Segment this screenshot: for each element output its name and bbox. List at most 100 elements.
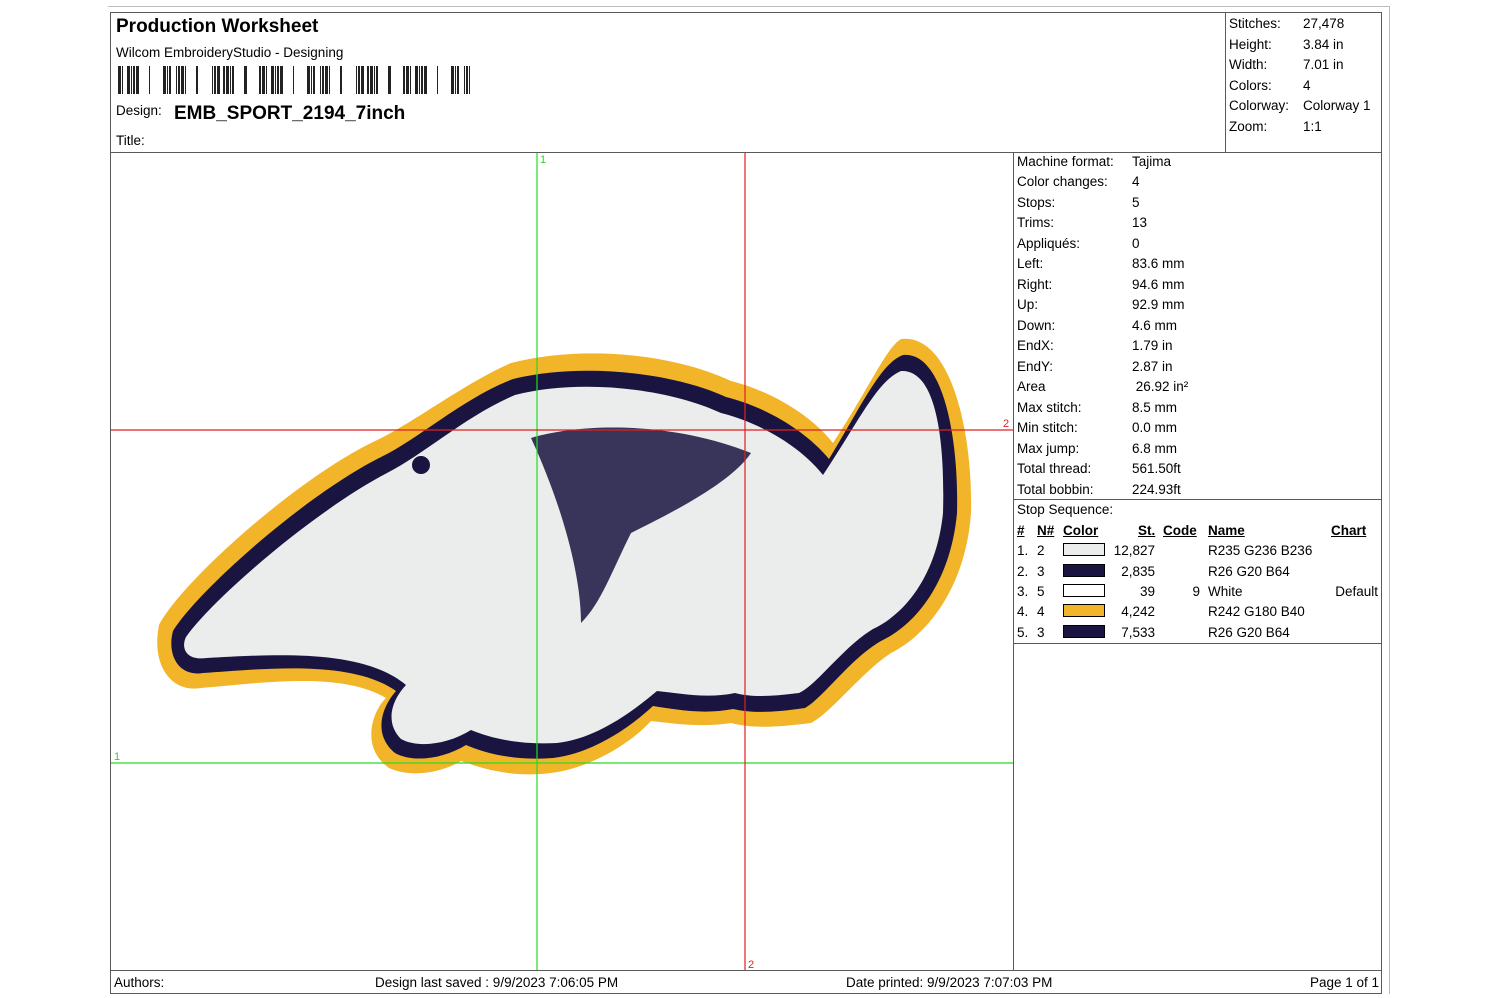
- green-horizontal-label: 1: [114, 751, 120, 763]
- color-swatch: [1063, 564, 1105, 577]
- title-label: Title:: [116, 133, 145, 148]
- row-index: 5.: [1017, 625, 1029, 640]
- machine-label: Area: [1017, 379, 1046, 394]
- row-index: 1.: [1017, 543, 1029, 558]
- machine-value: 0: [1132, 236, 1140, 251]
- machine-label: Up:: [1017, 297, 1039, 312]
- summary-label: Colorway:: [1229, 98, 1290, 113]
- row-index: 3.: [1017, 584, 1029, 599]
- row-chart: Default: [1335, 584, 1378, 599]
- worksheet-title: Production Worksheet: [116, 16, 319, 37]
- stop-sequence-title: Stop Sequence:: [1017, 502, 1114, 517]
- color-swatch: [1063, 584, 1105, 597]
- summary-value: 7.01 in: [1303, 57, 1344, 72]
- footer-authors: Authors:: [114, 975, 165, 990]
- row-index: 4.: [1017, 604, 1029, 619]
- summary-divider: [1225, 12, 1226, 152]
- machine-value: 0.0 mm: [1132, 420, 1178, 435]
- col-index: #: [1017, 523, 1025, 538]
- summary-value: 3.84 in: [1303, 37, 1344, 52]
- row-code: 9: [1192, 584, 1200, 599]
- row-name: White: [1208, 584, 1243, 599]
- machine-label: Down:: [1017, 318, 1056, 333]
- col-name: Name: [1208, 523, 1245, 538]
- footer-divider: [110, 970, 1382, 971]
- green-vertical-label: 1: [540, 154, 546, 166]
- machine-label: Trims:: [1017, 215, 1054, 230]
- barcode: [118, 66, 470, 94]
- footer-date-printed: Date printed: 9/9/2023 7:07:03 PM: [846, 975, 1053, 990]
- row-needle: 4: [1037, 604, 1045, 619]
- color-swatch: [1063, 604, 1105, 617]
- machine-value: 5: [1132, 195, 1140, 210]
- row-needle: 3: [1037, 625, 1045, 640]
- machine-label: Total thread:: [1017, 461, 1092, 476]
- design-preview: 1 1 2 2: [111, 153, 1013, 970]
- summary-label: Colors:: [1229, 78, 1272, 93]
- machine-value: 224.93ft: [1132, 482, 1181, 497]
- machine-value: 4.6 mm: [1132, 318, 1178, 333]
- machine-value: 8.5 mm: [1132, 400, 1178, 415]
- machine-value: 13: [1132, 215, 1148, 230]
- machine-label: Left:: [1017, 256, 1044, 271]
- row-index: 2.: [1017, 564, 1029, 579]
- row-name: R26 G20 B64: [1208, 564, 1290, 579]
- anteater-artwork: [157, 338, 972, 775]
- machine-value: 94.6 mm: [1132, 277, 1185, 292]
- col-needle: N#: [1037, 523, 1055, 538]
- col-chart: Chart: [1331, 523, 1367, 538]
- design-name: EMB_SPORT_2194_7inch: [174, 103, 406, 124]
- col-stitches: St.: [1138, 523, 1156, 538]
- summary-value: Colorway 1: [1303, 98, 1371, 113]
- row-stitches: 12,827: [1113, 543, 1155, 558]
- machine-value: Tajima: [1132, 154, 1172, 169]
- summary-label: Width:: [1229, 57, 1268, 72]
- row-needle: 3: [1037, 564, 1045, 579]
- row-stitches: 2,835: [1121, 564, 1155, 579]
- machine-label: Appliqués:: [1017, 236, 1081, 251]
- artwork-eye: [412, 456, 430, 474]
- machine-value: 2.87 in: [1132, 359, 1173, 374]
- red-horizontal-label: 2: [1003, 418, 1009, 430]
- software-name: Wilcom EmbroideryStudio - Designing: [116, 45, 344, 60]
- footer-page-number: Page 1 of 1: [1309, 975, 1379, 990]
- machine-label: Machine format:: [1017, 154, 1114, 169]
- summary-value: 1:1: [1303, 119, 1322, 134]
- machine-label: Max stitch:: [1017, 400, 1082, 415]
- sequence-bottom-divider: [1013, 643, 1382, 644]
- row-name: R235 G236 B236: [1208, 543, 1313, 558]
- machine-label: EndY:: [1017, 359, 1054, 374]
- machine-label: EndX:: [1017, 338, 1054, 353]
- summary-label: Zoom:: [1229, 119, 1268, 134]
- col-code: Code: [1163, 523, 1197, 538]
- machine-label: Min stitch:: [1017, 420, 1078, 435]
- color-swatch: [1063, 543, 1105, 556]
- machine-value: 83.6 mm: [1132, 256, 1185, 271]
- row-stitches: 4,242: [1121, 604, 1155, 619]
- row-needle: 2: [1037, 543, 1045, 558]
- summary-label: Stitches:: [1229, 16, 1281, 31]
- sequence-divider: [1013, 499, 1382, 500]
- color-swatch: [1063, 625, 1105, 638]
- footer-last-saved: Design last saved : 9/9/2023 7:06:05 PM: [375, 975, 619, 990]
- design-label: Design:: [116, 103, 162, 118]
- row-stitches: 7,533: [1121, 625, 1155, 640]
- machine-value: 1.79 in: [1132, 338, 1173, 353]
- summary-label: Height:: [1229, 37, 1272, 52]
- machine-value: 561.50ft: [1132, 461, 1181, 476]
- machine-label: Total bobbin:: [1017, 482, 1094, 497]
- row-name: R26 G20 B64: [1208, 625, 1290, 640]
- machine-value: 26.92 in²: [1132, 379, 1189, 394]
- panel-divider: [1013, 152, 1014, 970]
- machine-label: Color changes:: [1017, 174, 1108, 189]
- col-color: Color: [1063, 523, 1099, 538]
- row-stitches: 39: [1139, 584, 1155, 599]
- machine-label: Right:: [1017, 277, 1053, 292]
- machine-label: Stops:: [1017, 195, 1056, 210]
- machine-value: 92.9 mm: [1132, 297, 1185, 312]
- summary-value: 4: [1303, 78, 1311, 93]
- row-name: R242 G180 B40: [1208, 604, 1305, 619]
- row-needle: 5: [1037, 584, 1045, 599]
- summary-value: 27,478: [1303, 16, 1345, 31]
- machine-value: 4: [1132, 174, 1140, 189]
